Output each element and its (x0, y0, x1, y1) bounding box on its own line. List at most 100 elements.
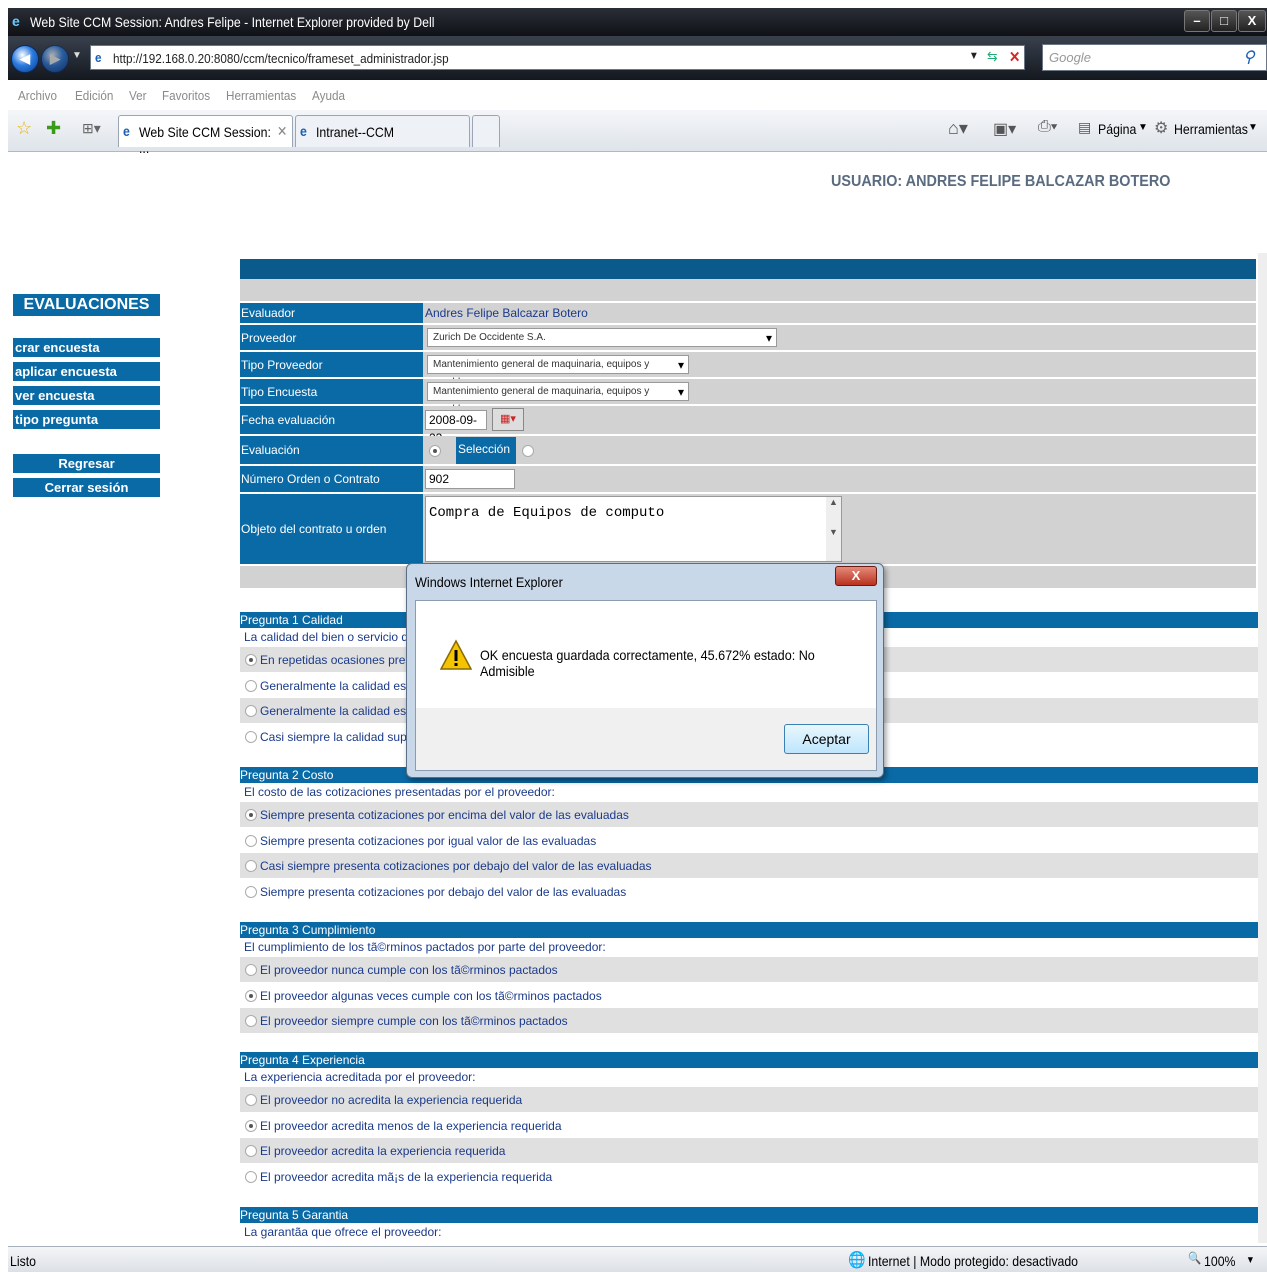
address-input[interactable]: e http://192.168.0.20:8080/ccm/tecnico/f… (90, 45, 1025, 70)
proveedor-select[interactable]: Zurich De Occidente S.A. (427, 328, 777, 347)
option-radio[interactable] (245, 809, 257, 821)
sidebar-item-crar-encuesta[interactable]: crar encuesta (13, 338, 160, 357)
zoom-dropdown-icon[interactable]: ▼ (1246, 1255, 1255, 1266)
dialog-close-button[interactable]: X (835, 566, 877, 586)
page-menu-arrow-icon[interactable]: ▼ (1138, 122, 1148, 133)
aceptar-button[interactable]: Aceptar (784, 724, 869, 754)
tools-menu-arrow-icon[interactable]: ▼ (1248, 122, 1258, 133)
option-radio[interactable] (245, 705, 257, 717)
tipo-encuesta-select[interactable]: Mantenimiento general de maquinaria, equ… (427, 382, 689, 415)
regresar-button[interactable]: Regresar (13, 454, 160, 473)
page-icon: e (95, 50, 102, 65)
status-zone[interactable]: Internet | Modo protegido: desactivado (868, 1253, 1078, 1269)
stop-icon[interactable]: ✕ (1009, 48, 1020, 66)
feeds-icon[interactable]: ▣▾ (993, 119, 1016, 139)
tipo-proveedor-select[interactable]: Mantenimiento general de maquinaria, equ… (427, 355, 689, 388)
orden-input[interactable]: 902 (425, 469, 515, 489)
history-dropdown-icon[interactable]: ▼ (72, 50, 82, 61)
tab-intranet-ccm[interactable]: e Intranet--CCM (295, 115, 470, 147)
evaluacion-radio-2[interactable] (522, 445, 534, 457)
option-radio[interactable] (245, 730, 257, 743)
tools-menu-button[interactable]: Herramientas (1174, 121, 1248, 137)
question-3-option[interactable]: El proveedor algunas veces cumple con lo… (240, 983, 1258, 1008)
option-radio[interactable] (245, 1119, 257, 1132)
print-icon[interactable]: ⎙▾ (1038, 118, 1058, 136)
home-icon[interactable]: ⌂▾ (948, 118, 968, 139)
window-title: Web Site CCM Session: Andres Felipe - In… (30, 14, 435, 30)
dialog-body: OK encuesta guardada correctamente, 45.6… (415, 600, 877, 771)
menu-herramientas[interactable]: Herramientas (226, 88, 296, 103)
question-4-text: La experiencia acreditada por el proveed… (244, 1070, 476, 1084)
menu-edicion[interactable]: Edición (75, 88, 113, 103)
question-4-option[interactable]: El proveedor acredita menos de la experi… (240, 1113, 1258, 1138)
favorites-star-icon[interactable]: ☆ (16, 118, 32, 139)
url-dropdown-icon[interactable]: ▼ (969, 50, 979, 62)
menu-archivo[interactable]: Archivo (18, 88, 57, 103)
option-radio[interactable] (245, 1170, 257, 1183)
minimize-button[interactable]: – (1184, 10, 1210, 32)
page-menu-button[interactable]: Página (1098, 121, 1136, 137)
back-button[interactable]: ◀ (11, 45, 39, 73)
option-label: Casi siempre la calidad supera (260, 729, 425, 744)
objeto-label-cell: Objeto del contrato u orden (240, 494, 423, 564)
option-label: El proveedor acredita mã¡s de la experie… (260, 1169, 553, 1184)
tab-close-icon[interactable]: ✕ (277, 123, 287, 140)
alert-dialog: Windows Internet Explorer X OK encuesta … (406, 563, 884, 778)
dialog-title: Windows Internet Explorer (415, 574, 563, 590)
evaluador-label-cell: Evaluador (240, 303, 423, 323)
option-label: El proveedor algunas veces cumple con lo… (260, 988, 602, 1003)
option-label: El proveedor nunca cumple con los tã©rmi… (260, 963, 558, 977)
add-favorites-icon[interactable]: ✚ (46, 118, 61, 139)
forward-button[interactable]: ▶ (41, 45, 69, 73)
menu-ver[interactable]: Ver (129, 88, 147, 103)
question-2-option[interactable]: Siempre presenta cotizaciones por igual … (240, 828, 1258, 853)
option-radio[interactable] (245, 834, 257, 847)
tab-web-site-ccm[interactable]: e Web Site CCM Session: ... ✕ (118, 115, 293, 156)
objeto-textarea[interactable]: Compra de Equipos de computo ▲ ▼ (425, 496, 842, 562)
option-radio[interactable] (245, 1015, 257, 1027)
calendar-icon[interactable]: ▦▾ (492, 408, 524, 431)
zoom-level[interactable]: 100% (1204, 1253, 1236, 1269)
new-tab-button[interactable] (472, 115, 500, 147)
option-radio[interactable] (245, 654, 257, 666)
sidebar-item-aplicar-encuesta[interactable]: aplicar encuesta (13, 362, 160, 381)
question-4-option[interactable]: El proveedor acredita la experiencia req… (240, 1138, 1258, 1163)
evaluacion-radio-1[interactable] (429, 445, 441, 457)
tipo-proveedor-label-cell: Tipo Proveedor (240, 352, 423, 377)
option-radio[interactable] (245, 860, 257, 872)
sidebar-item-ver-encuesta[interactable]: ver encuesta (13, 386, 160, 405)
question-2-option[interactable]: Siempre presenta cotizaciones por debajo… (240, 879, 1258, 904)
page-scrollbar[interactable] (1258, 253, 1267, 1243)
textarea-scrollbar[interactable]: ▲ ▼ (826, 497, 841, 561)
refresh-icon[interactable]: ⇆ (987, 48, 998, 65)
question-4-option[interactable]: El proveedor no acredita la experiencia … (240, 1087, 1258, 1112)
fecha-input[interactable]: 2008-09-23 (425, 410, 487, 445)
quick-tabs-icon[interactable]: ⊞▾ (82, 120, 101, 137)
menu-ayuda[interactable]: Ayuda (312, 88, 345, 103)
question-2-option[interactable]: Casi siempre presenta cotizaciones por d… (240, 853, 1258, 878)
menu-bar: Archivo Edición Ver Favoritos Herramient… (8, 84, 1267, 109)
question-3-header: Pregunta 3 Cumplimiento (240, 922, 1258, 938)
option-radio[interactable] (245, 989, 257, 1002)
option-radio[interactable] (245, 1145, 257, 1157)
option-radio[interactable] (245, 885, 257, 898)
close-window-button[interactable]: X (1238, 10, 1266, 32)
status-bar: Listo 🌐 Internet | Modo protegido: desac… (8, 1246, 1267, 1272)
search-icon[interactable]: ⚲ (1243, 47, 1255, 67)
tipo-encuesta-label-cell: Tipo Encuesta (240, 379, 423, 404)
sidebar-item-tipo-pregunta[interactable]: tipo pregunta (13, 410, 160, 429)
question-4-option[interactable]: El proveedor acredita mã¡s de la experie… (240, 1164, 1258, 1189)
status-text: Listo (10, 1253, 37, 1269)
option-label: El proveedor acredita menos de la experi… (260, 1118, 562, 1133)
question-3-option[interactable]: El proveedor siempre cumple con los tã©r… (240, 1008, 1258, 1033)
option-radio[interactable] (245, 679, 257, 692)
maximize-button[interactable]: □ (1211, 10, 1237, 32)
question-3-option[interactable]: El proveedor nunca cumple con los tã©rmi… (240, 957, 1258, 982)
menu-favoritos[interactable]: Favoritos (162, 88, 210, 103)
cerrar-sesion-button[interactable]: Cerrar sesión (13, 478, 160, 497)
zoom-icon: 🔍 (1188, 1251, 1202, 1265)
option-radio[interactable] (245, 1094, 257, 1106)
option-radio[interactable] (245, 964, 257, 976)
question-2-option[interactable]: Siempre presenta cotizaciones por encima… (240, 802, 1258, 827)
search-input[interactable]: Google ⚲ (1042, 44, 1267, 71)
